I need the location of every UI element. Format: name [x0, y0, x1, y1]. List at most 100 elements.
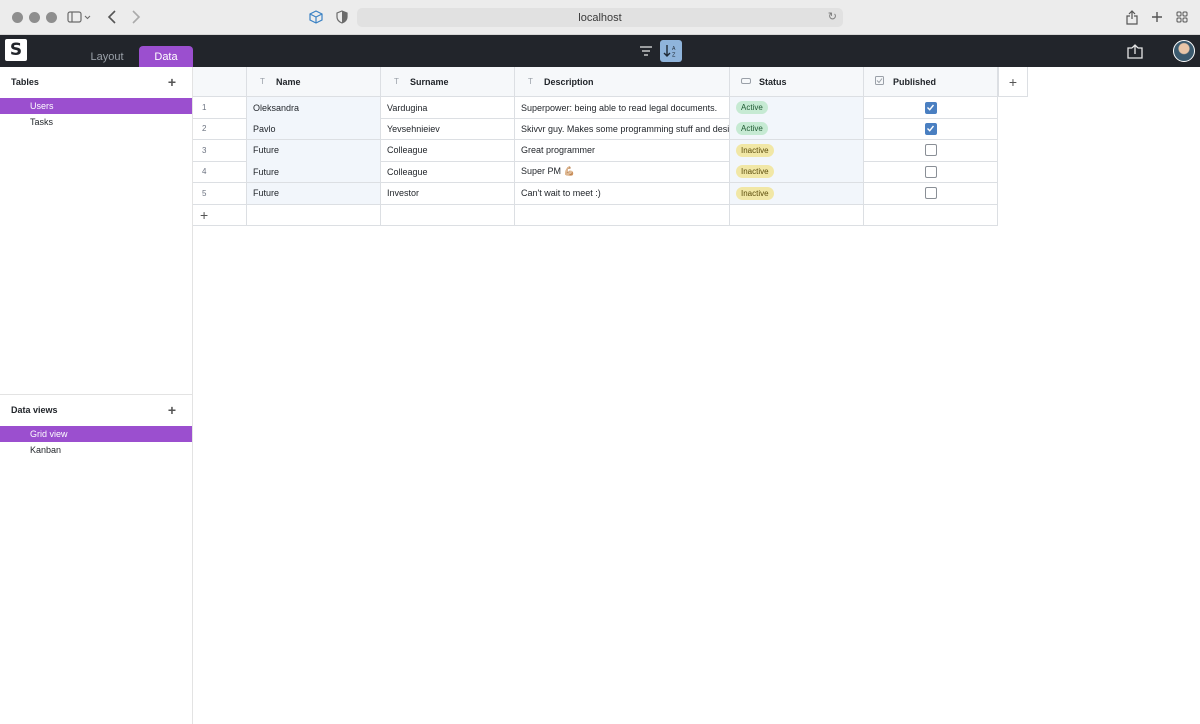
column-header-description[interactable]: T Description	[515, 67, 730, 97]
column-label: Name	[276, 76, 301, 87]
column-label: Status	[759, 76, 787, 87]
column-header-name[interactable]: T Name	[247, 67, 381, 97]
tab-layout[interactable]: Layout	[80, 46, 134, 67]
name-cell[interactable]: Future	[247, 139, 381, 162]
tab-overview-icon[interactable]	[1174, 8, 1190, 26]
row-number-header	[193, 67, 247, 97]
text-type-icon: T	[260, 77, 265, 86]
description-cell[interactable]: Skivvr guy. Makes some programming stuff…	[515, 118, 730, 141]
minimize-window-button[interactable]	[29, 12, 40, 23]
column-label: Published	[893, 76, 937, 87]
status-cell[interactable]: Inactive	[730, 182, 864, 205]
published-checkbox[interactable]	[924, 122, 937, 135]
empty-cell[interactable]	[381, 204, 515, 226]
status-badge: Inactive	[736, 143, 774, 157]
empty-cell[interactable]	[730, 204, 864, 226]
published-cell[interactable]	[864, 97, 998, 119]
published-checkbox[interactable]	[924, 144, 937, 157]
data-views-heading: Data views	[11, 405, 58, 415]
row-number: 2	[193, 118, 247, 141]
extension-cube-icon[interactable]	[308, 8, 324, 26]
column-header-published[interactable]: Published	[864, 67, 998, 97]
surname-cell[interactable]: Yevsehnieiev	[381, 118, 515, 141]
add-view-icon[interactable]: +	[165, 403, 179, 417]
tab-data[interactable]: Data	[139, 46, 193, 67]
address-bar[interactable]: localhost ↻	[357, 8, 843, 27]
tables-heading: Tables	[11, 77, 39, 87]
name-cell[interactable]: Future	[247, 182, 381, 205]
forward-icon[interactable]	[129, 8, 143, 26]
share-icon[interactable]	[1124, 8, 1140, 26]
status-cell[interactable]: Active	[730, 118, 864, 141]
name-cell[interactable]: Pavlo	[247, 118, 381, 141]
sidebar-item-grid-view[interactable]: Grid view	[0, 426, 192, 442]
column-label: Surname	[410, 76, 449, 87]
description-cell[interactable]: Superpower: being able to read legal doc…	[515, 97, 730, 119]
name-cell[interactable]: Future	[247, 161, 381, 184]
status-badge: Active	[736, 122, 768, 136]
row-number: 5	[193, 182, 247, 205]
name-cell[interactable]: Oleksandra	[247, 97, 381, 119]
sidebar-item-users[interactable]: Users	[0, 98, 192, 114]
row-number: 4	[193, 161, 247, 184]
add-table-icon[interactable]: +	[165, 75, 179, 89]
tables-section-header: Tables +	[0, 67, 193, 97]
description-cell[interactable]: Super PM 💪🏼	[515, 161, 730, 184]
privacy-shield-icon[interactable]	[334, 8, 350, 26]
sidebar-item-kanban[interactable]: Kanban	[0, 442, 192, 458]
status-cell[interactable]: Active	[730, 97, 864, 119]
sidebar-toggle-icon[interactable]	[64, 8, 94, 26]
new-tab-icon[interactable]	[1149, 8, 1165, 26]
published-cell[interactable]	[864, 182, 998, 205]
published-cell[interactable]	[864, 161, 998, 184]
add-row-button[interactable]: +	[193, 204, 247, 226]
back-icon[interactable]	[105, 8, 119, 26]
status-cell[interactable]: Inactive	[730, 161, 864, 184]
publish-icon[interactable]	[1125, 41, 1145, 61]
published-checkbox[interactable]	[924, 101, 937, 114]
sidebar: Tables + Users Tasks Data views + Grid v…	[0, 67, 193, 724]
browser-toolbar: localhost ↻	[0, 0, 1200, 35]
empty-cell[interactable]	[864, 204, 998, 226]
filter-icon[interactable]	[636, 41, 656, 61]
app-logo[interactable]: S	[5, 39, 27, 61]
status-badge: Inactive	[736, 186, 774, 200]
surname-cell[interactable]: Investor	[381, 182, 515, 205]
svg-text:Z: Z	[672, 53, 676, 59]
text-type-icon: T	[394, 77, 399, 86]
column-header-status[interactable]: Status	[730, 67, 864, 97]
data-views-section-header: Data views +	[0, 395, 193, 425]
checkbox-type-icon	[875, 76, 884, 87]
user-avatar[interactable]	[1173, 40, 1195, 62]
row-number: 1	[193, 97, 247, 119]
status-badge: Active	[736, 101, 768, 114]
description-cell[interactable]: Can't wait to meet :)	[515, 182, 730, 205]
zoom-window-button[interactable]	[46, 12, 57, 23]
column-label: Description	[544, 76, 594, 87]
sidebar-item-tasks[interactable]: Tasks	[0, 114, 192, 130]
app-header: S Layout Data AZ	[0, 35, 1200, 67]
row-number: 3	[193, 139, 247, 162]
published-cell[interactable]	[864, 118, 998, 141]
svg-text:A: A	[672, 46, 676, 52]
published-checkbox[interactable]	[924, 165, 937, 178]
window-controls	[12, 12, 57, 23]
published-checkbox[interactable]	[924, 187, 937, 200]
status-badge: Inactive	[736, 165, 774, 179]
empty-cell[interactable]	[247, 204, 381, 226]
status-cell[interactable]: Inactive	[730, 139, 864, 162]
text-type-icon: T	[528, 77, 533, 86]
description-cell[interactable]: Great programmer	[515, 139, 730, 162]
surname-cell[interactable]: Vardugina	[381, 97, 515, 119]
url-text: localhost	[578, 11, 622, 24]
sort-az-icon[interactable]: AZ	[660, 40, 682, 62]
surname-cell[interactable]: Colleague	[381, 161, 515, 184]
empty-cell[interactable]	[515, 204, 730, 226]
column-header-surname[interactable]: T Surname	[381, 67, 515, 97]
reload-icon[interactable]: ↻	[828, 10, 837, 23]
surname-cell[interactable]: Colleague	[381, 139, 515, 162]
select-type-icon	[741, 77, 751, 86]
close-window-button[interactable]	[12, 12, 23, 23]
add-column-button[interactable]: +	[998, 67, 1028, 97]
published-cell[interactable]	[864, 139, 998, 162]
